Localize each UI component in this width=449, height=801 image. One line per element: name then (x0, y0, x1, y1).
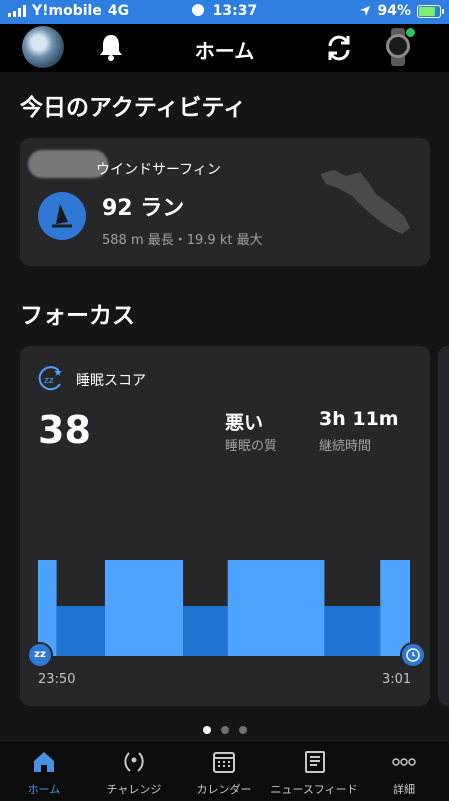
hypnogram-segment-light (380, 560, 410, 656)
sleep-duration-value: 3h 11m (319, 408, 399, 430)
focus-heading: フォーカス (20, 303, 135, 329)
sleep-quality-value: 悪い (225, 412, 264, 434)
alarm-clock-icon (400, 642, 426, 668)
sleep-quality-label: 睡眠の質 (225, 439, 278, 454)
runs-count: 92 ラン (102, 196, 185, 221)
tab-bar: ホーム チャレンジ カレンダー ニュースフィード 詳細 (0, 740, 449, 801)
hypnogram-segment-light (104, 560, 184, 656)
battery-percent: 94% (377, 3, 411, 19)
activity-card[interactable]: ウインドサーフィン 92 ラン 588 m 最長・19.9 kt 最大 (20, 138, 430, 266)
page-indicator[interactable] (0, 726, 449, 736)
sleep-score-title: 睡眠スコア (76, 373, 146, 389)
status-bar: Y!mobile 4G 13:37 94% (0, 0, 449, 24)
sleep-hypnogram (38, 560, 410, 656)
tab-label: カレンダー (196, 783, 252, 796)
battery-icon (417, 4, 444, 18)
tab-label: ニュースフィード (270, 783, 358, 796)
tab-label: 詳細 (393, 783, 415, 796)
watch-icon[interactable] (383, 28, 415, 66)
tab-newsfeed[interactable]: ニュースフィード (270, 749, 358, 797)
hypnogram-segment-light (227, 560, 325, 656)
route-map-icon (320, 170, 410, 234)
windsurf-icon (38, 192, 86, 240)
next-card-peek[interactable] (438, 346, 449, 706)
laurel-icon (124, 752, 144, 772)
lock-rotation-icon (191, 4, 204, 16)
activity-heading: 今日のアクティビティ (20, 95, 247, 121)
connected-indicator (406, 28, 415, 37)
run-details: 588 m 最長・19.9 kt 最大 (102, 233, 263, 248)
sleep-start-marker: zz (27, 642, 53, 668)
svg-text:zz: zz (44, 376, 54, 386)
hypnogram-segment-deep (183, 606, 228, 656)
sleep-start-time: 23:50 (38, 672, 76, 687)
sync-icon[interactable] (323, 32, 355, 64)
page-title: ホーム (194, 39, 255, 63)
more-icon (392, 758, 416, 766)
sleep-score-card[interactable]: zz 睡眠スコア 38 悪い 睡眠の質 3h 11m 継続時間 zz 23:50… (20, 346, 430, 706)
clock: 13:37 (212, 3, 258, 19)
tab-label: チャレンジ (106, 783, 162, 796)
news-icon (305, 751, 325, 773)
tab-challenge[interactable]: チャレンジ (90, 749, 178, 797)
tab-label: ホーム (27, 783, 61, 796)
sleep-duration-label: 継続時間 (319, 439, 372, 454)
page-dot[interactable] (202, 726, 211, 734)
page-dot[interactable] (220, 726, 229, 734)
top-bar: ホーム (0, 24, 449, 72)
home-icon (34, 752, 54, 772)
sleep-score-value: 38 (38, 408, 91, 452)
page-dot[interactable] (238, 726, 247, 734)
hypnogram-segment-deep (56, 606, 105, 656)
sport-name: ウインドサーフィン (96, 162, 221, 178)
tab-calendar[interactable]: カレンダー (180, 749, 268, 797)
hypnogram-segment-deep (324, 606, 381, 656)
calendar-icon (213, 752, 235, 773)
tab-more[interactable]: 詳細 (360, 749, 448, 797)
sleep-end-time: 3:01 (382, 672, 412, 687)
tab-home[interactable]: ホーム (0, 749, 88, 797)
location-icon (360, 6, 371, 16)
sleep-icon: zz (38, 366, 62, 391)
